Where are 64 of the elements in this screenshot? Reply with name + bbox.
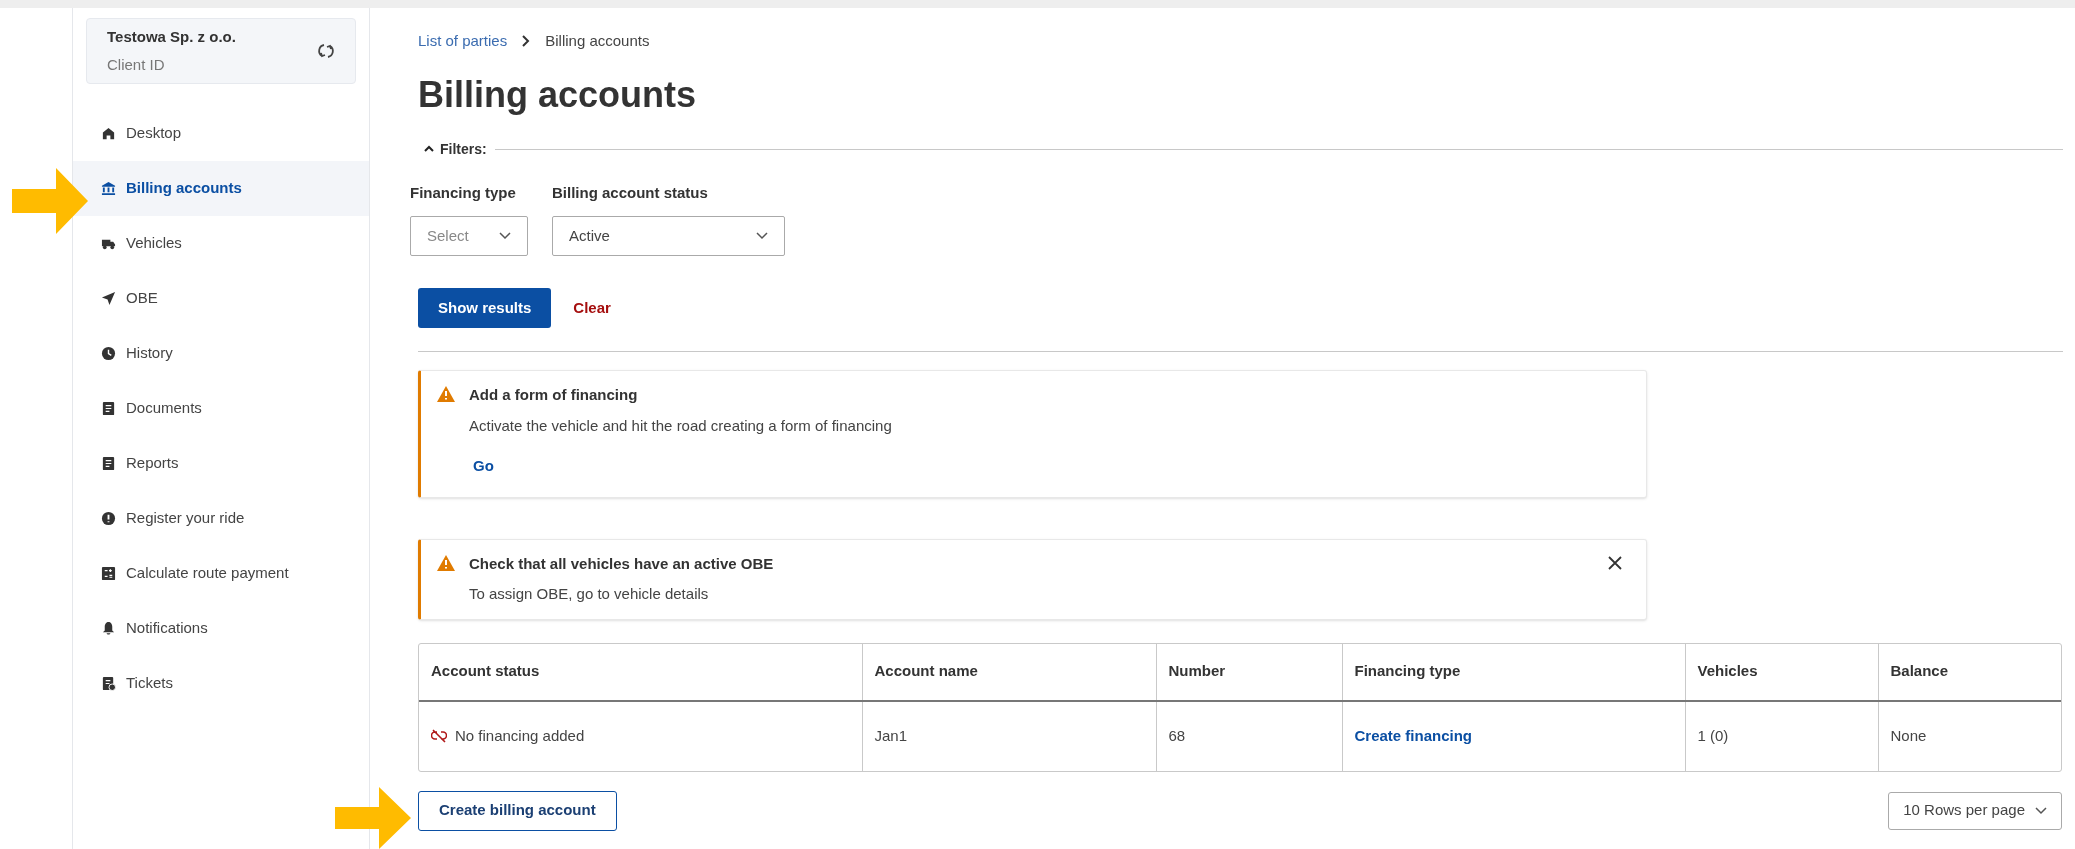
column-header: Account name [862,643,1156,701]
clock-icon [101,346,116,361]
sidebar-item[interactable]: Reports [73,436,369,491]
sidebar-item[interactable]: History [73,326,369,381]
sidebar-item[interactable]: Vehicles [73,216,369,271]
home-icon [101,126,116,141]
alert-text: Activate the vehicle and hit the road creating a form of financing [469,415,893,436]
go-link[interactable]: Go [473,455,494,478]
breadcrumb-current: Billing accounts [545,31,650,51]
table-cell: 68 [1168,726,1186,744]
chevron-down-icon [2035,806,2047,815]
broken-link-icon [431,729,447,743]
sidebar-item[interactable]: Notifications [73,601,369,656]
sidebar-item[interactable]: Register your ride [73,491,369,546]
navigation-arrow-icon [101,291,116,306]
column-header: Vehicles [1685,643,1878,701]
column-header: Account status [419,643,862,701]
create-billing-account-button[interactable]: Create billing account [418,790,617,831]
alert-title: Add a form of financing [469,385,639,405]
client-id-label: Client ID [107,55,166,75]
show-results-button[interactable]: Show results [418,288,552,328]
ticket-icon [101,676,116,691]
field-label: Billing account status [552,182,709,203]
filters-toggle[interactable]: Filters: [408,138,495,160]
pointer-arrow-icon [335,787,411,849]
sidebar-item[interactable]: Billing accounts [73,161,369,216]
calculator-icon [101,566,116,581]
dropdown-field[interactable]: Select [410,216,528,256]
sidebar-item[interactable]: OBE [73,271,369,326]
bank-icon [101,181,116,196]
switch-icon[interactable] [317,42,335,60]
chevron-down-icon [756,232,768,240]
create-financing-link[interactable]: Create financing [1354,726,1473,744]
breadcrumb-link[interactable]: List of parties [418,30,508,53]
clear-button[interactable]: Clear [573,296,611,320]
alert-title: Check that all vehicles have an active OBE [469,553,775,574]
field-label: Financing type [410,182,517,203]
warning-icon [437,386,455,402]
close-icon[interactable] [1608,555,1622,570]
table-cell: Jan1 [874,726,908,744]
dropdown-field[interactable]: Active [552,216,785,256]
column-header: Number [1156,643,1342,701]
bell-icon [101,621,116,636]
status-text: No financing added [455,725,585,746]
warning-icon [437,554,455,571]
sidebar-item[interactable]: Tickets [73,656,369,711]
alert-text: To assign OBE, go to vehicle details [469,584,710,604]
column-header: Financing type [1342,643,1685,701]
chevron-right-icon [521,35,532,48]
rows-per-page-select[interactable]: 10 Rows per page [1888,791,2062,830]
chevron-down-icon [499,232,511,240]
column-header: Balance [1878,643,2061,701]
sidebar-item[interactable]: Documents [73,381,369,436]
table-cell: 1 (0) [1697,726,1729,744]
exclamation-icon [101,511,116,526]
document-icon [101,401,116,416]
pointer-arrow-icon [12,168,88,234]
chevron-icon [424,145,434,153]
client-name: Testowa Sp. z o.o. [107,26,236,47]
sidebar-item[interactable]: Desktop [73,106,369,161]
page-title: Billing accounts [418,72,698,117]
document-icon [101,456,116,471]
table-cell: None [1890,726,1927,744]
sidebar-item[interactable]: Calculate route payment [73,546,369,601]
